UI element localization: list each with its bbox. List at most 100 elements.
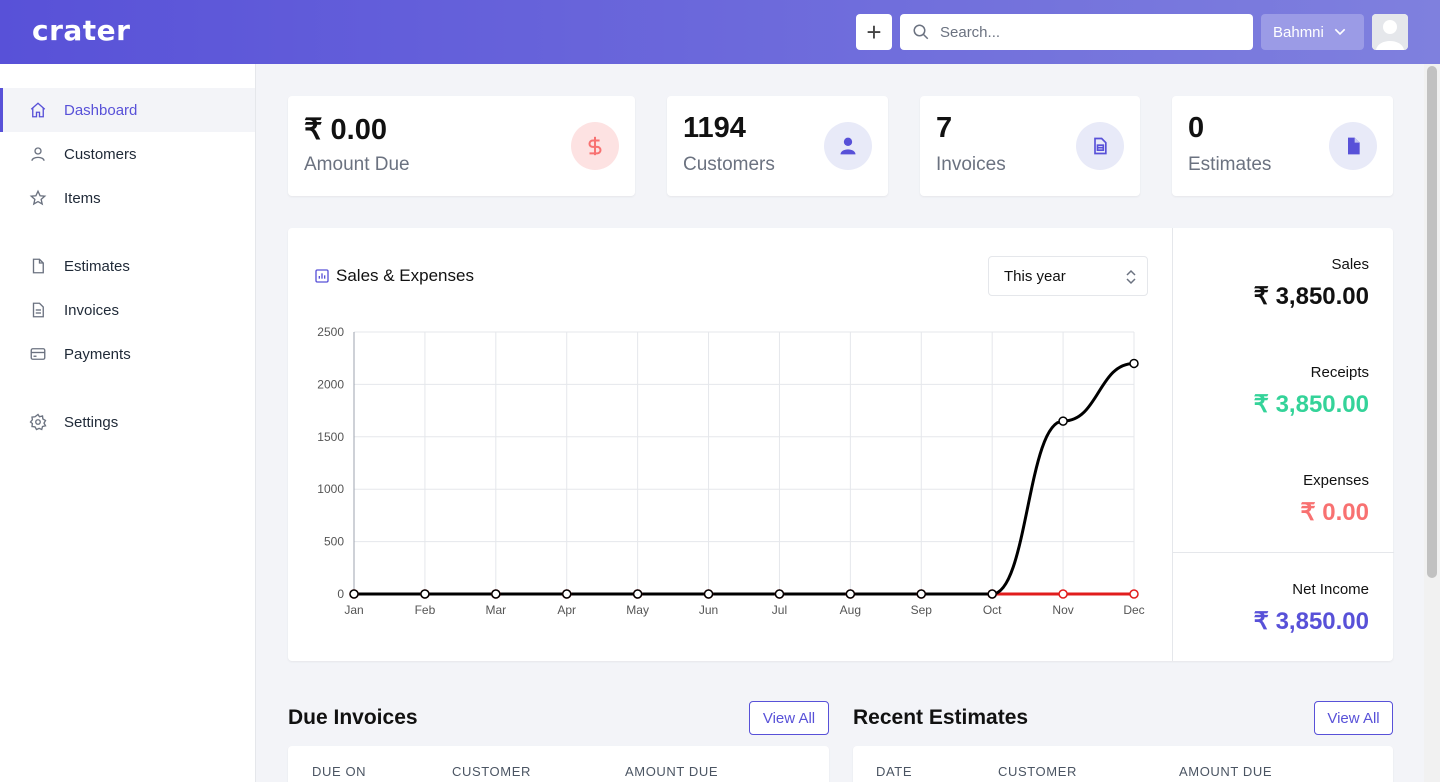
stat-label: Estimates — [1188, 154, 1272, 175]
column-header[interactable]: DATE — [876, 764, 912, 779]
sidebar-item-label: Customers — [64, 145, 137, 163]
column-header[interactable]: CUSTOMER — [998, 764, 1077, 779]
sidebar-item-settings[interactable]: Settings — [0, 400, 255, 444]
page-scrollbar[interactable] — [1424, 64, 1440, 782]
expenses-value: ₹ 0.00 — [1300, 499, 1369, 526]
recent-estimates-view-all-button[interactable]: View All — [1314, 701, 1393, 735]
stat-card-customers[interactable]: 1194 Customers — [667, 96, 888, 196]
star-icon — [28, 188, 48, 208]
y-tick-label: 2500 — [317, 325, 344, 339]
avatar-icon — [1372, 14, 1408, 50]
column-header[interactable]: AMOUNT DUE — [625, 764, 718, 779]
sidebar-item-estimates[interactable]: Estimates — [0, 244, 255, 288]
create-new-button[interactable]: + — [856, 14, 892, 50]
x-tick-label: Mar — [485, 603, 506, 617]
data-point — [561, 589, 572, 599]
sales-expenses-card: Sales & Expenses This year 0 500 1000 1500 2… — [288, 228, 1394, 661]
data-point — [703, 589, 714, 599]
x-tick-label: Jan — [344, 603, 363, 617]
x-tick-label: Sep — [911, 603, 933, 617]
sidebar-item-invoices[interactable]: Invoices — [0, 288, 255, 332]
stat-card-amount-due[interactable]: ₹ 0.00 Amount Due — [288, 96, 635, 196]
receipts-value: ₹ 3,850.00 — [1253, 391, 1369, 418]
stat-value: 0 — [1188, 112, 1205, 144]
recent-estimates-table-header: DATE CUSTOMER AMOUNT DUE — [853, 746, 1393, 782]
x-tick-label: May — [626, 603, 649, 617]
company-switcher[interactable]: Bahmni — [1261, 14, 1364, 50]
due-invoices-view-all-button[interactable]: View All — [749, 701, 829, 735]
gear-icon — [28, 412, 48, 432]
column-header[interactable]: DUE ON — [312, 764, 366, 779]
y-tick-label: 0 — [337, 587, 344, 601]
sidebar-item-label: Items — [64, 189, 101, 207]
y-tick-label: 2000 — [317, 377, 344, 391]
stat-value: 1194 — [683, 112, 746, 144]
stat-label: Invoices — [936, 154, 1006, 175]
stat-value: 7 — [936, 112, 953, 144]
due-invoices-title: Due Invoices — [288, 706, 418, 729]
document-icon — [28, 256, 48, 276]
data-point — [1058, 416, 1068, 426]
home-icon — [28, 100, 48, 120]
data-point — [420, 589, 430, 599]
x-tick-label: Jun — [699, 603, 718, 617]
plus-icon: + — [866, 17, 882, 47]
sales-expenses-chart: 0 500 1000 1500 2000 2500 Jan Feb Mar Apr May Jun Ju… — [317, 325, 1144, 617]
x-tick-label: Dec — [1123, 603, 1144, 617]
sidebar: Dashboard Customers Items Estimates Invo… — [0, 64, 256, 782]
scrollbar-thumb[interactable] — [1427, 66, 1437, 578]
data-point — [845, 589, 856, 599]
stat-label: Amount Due — [304, 154, 410, 175]
x-tick-label: Aug — [840, 603, 861, 617]
column-header[interactable]: AMOUNT DUE — [1179, 764, 1272, 779]
search-icon — [913, 24, 929, 40]
user-icon — [28, 144, 48, 164]
sales-label: Sales — [1331, 256, 1369, 273]
credit-card-icon — [28, 344, 48, 364]
due-invoices-table-header: DUE ON CUSTOMER AMOUNT DUE — [288, 746, 829, 782]
series-line-0 — [354, 361, 1135, 596]
stat-label: Customers — [683, 154, 775, 175]
dollar-icon — [571, 122, 619, 170]
top-header: crater + Bahmni — [0, 0, 1440, 64]
sidebar-item-payments[interactable]: Payments — [0, 332, 255, 376]
x-tick-label: Jul — [772, 603, 787, 617]
sales-value: ₹ 3,850.00 — [1253, 283, 1369, 310]
invoice-icon — [28, 300, 48, 320]
app-logo[interactable]: crater — [32, 14, 130, 47]
company-name: Bahmni — [1273, 23, 1324, 41]
x-tick-label: Nov — [1052, 603, 1073, 617]
net-income-label: Net Income — [1292, 581, 1369, 598]
y-tick-label: 1000 — [317, 482, 344, 496]
stat-card-invoices[interactable]: 7 Invoices — [920, 96, 1140, 196]
sidebar-item-label: Estimates — [64, 257, 130, 275]
data-point — [987, 589, 997, 599]
x-tick-label: Apr — [557, 603, 576, 617]
sidebar-item-items[interactable]: Items — [0, 176, 255, 220]
user-avatar[interactable] — [1372, 14, 1408, 50]
chevron-down-icon — [1334, 28, 1346, 36]
sidebar-item-customers[interactable]: Customers — [0, 132, 255, 176]
y-tick-label: 500 — [324, 535, 344, 549]
receipts-label: Receipts — [1310, 364, 1369, 381]
user-icon — [824, 122, 872, 170]
data-point — [349, 589, 359, 599]
data-point — [774, 589, 785, 599]
column-header[interactable]: CUSTOMER — [452, 764, 531, 779]
sidebar-item-label: Payments — [64, 345, 131, 363]
expenses-label: Expenses — [1303, 472, 1369, 489]
document-icon — [1329, 122, 1377, 170]
y-tick-label: 1500 — [317, 430, 344, 444]
global-search[interactable] — [900, 14, 1253, 50]
data-point — [1129, 358, 1139, 369]
sidebar-item-dashboard[interactable]: Dashboard — [0, 88, 255, 132]
summary-divider — [1173, 552, 1394, 553]
stat-card-estimates[interactable]: 0 Estimates — [1172, 96, 1393, 196]
data-point — [632, 589, 643, 599]
net-income-value: ₹ 3,850.00 — [1253, 608, 1369, 635]
sidebar-item-label: Invoices — [64, 301, 120, 319]
search-input[interactable] — [940, 22, 1240, 42]
data-point — [491, 589, 501, 599]
stat-value: ₹ 0.00 — [304, 114, 387, 146]
data-point — [1058, 589, 1068, 599]
